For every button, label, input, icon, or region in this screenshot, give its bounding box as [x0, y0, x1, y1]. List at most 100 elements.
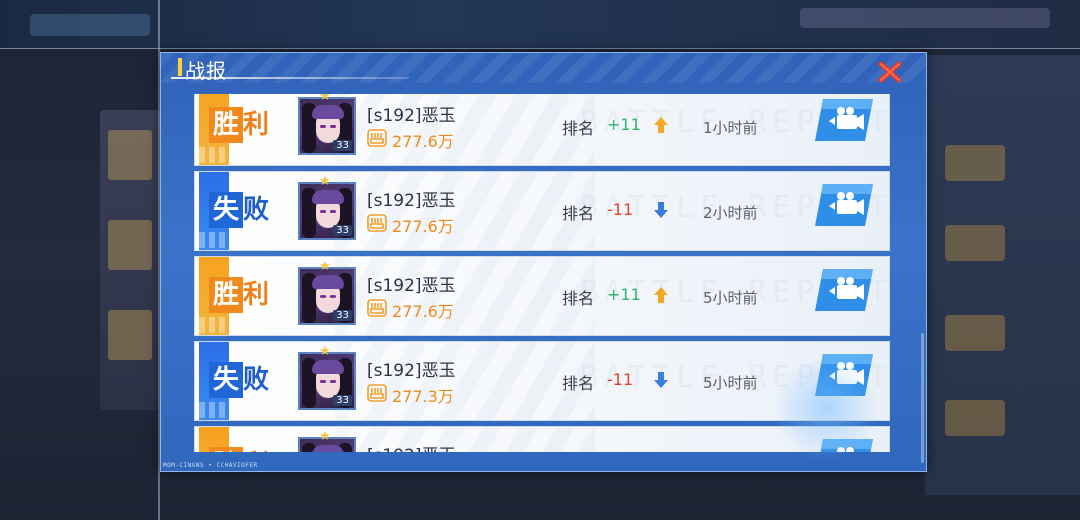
- power-value: 277.6万: [392, 132, 454, 151]
- result-badge: 胜 利: [195, 257, 283, 335]
- star-icon: ★: [319, 94, 331, 104]
- rank-label: 排名: [562, 374, 595, 393]
- battle-report-dialog: 战报 BATTLE REPORT 胜 利 33 ★ [s192]恶玉 277.6…: [160, 52, 927, 472]
- list-scrollbar[interactable]: [921, 333, 924, 463]
- title-accent-mark: [178, 58, 182, 76]
- background-tile: [108, 310, 152, 360]
- star-icon: ★: [319, 259, 331, 274]
- player-avatar[interactable]: 33: [298, 352, 356, 410]
- result-badge: 胜 利: [195, 94, 283, 165]
- video-camera-icon: [815, 354, 873, 396]
- avatar-level: 33: [333, 225, 352, 236]
- replay-button[interactable]: [815, 437, 875, 452]
- rank-change: -11: [607, 370, 634, 389]
- result-badge: 失 败: [195, 342, 283, 420]
- avatar-eye: [320, 210, 326, 213]
- player-name: [s192]恶玉: [367, 361, 456, 381]
- power-fist-icon: [367, 214, 387, 232]
- avatar-eye: [330, 295, 336, 298]
- result-char-2: 利: [243, 447, 269, 452]
- title-underline: [171, 77, 409, 79]
- avatar-level: 33: [333, 310, 352, 321]
- rank-change: +11: [607, 115, 641, 134]
- power-value: 277.6万: [392, 217, 454, 236]
- rank-label: 排名: [562, 289, 595, 308]
- battle-report-row[interactable]: 胜 利 33 ★ [s192]恶玉: [194, 426, 890, 452]
- replay-button[interactable]: [815, 182, 875, 228]
- arrow-up-icon: [653, 285, 669, 305]
- time-ago: 5小时前: [703, 374, 758, 392]
- guide-line: [0, 48, 1080, 49]
- avatar-eye: [320, 380, 326, 383]
- avatar-bangs: [312, 105, 344, 119]
- avatar-eye: [320, 295, 326, 298]
- avatar-eye: [330, 380, 336, 383]
- player-name: [s192]恶玉: [367, 441, 456, 452]
- video-camera-icon: [815, 184, 873, 226]
- battle-report-list[interactable]: BATTLE REPORT 胜 利 33 ★ [s192]恶玉 277.6万 排…: [194, 94, 890, 452]
- player-avatar[interactable]: 33: [298, 182, 356, 240]
- result-char-1: 失: [209, 192, 243, 228]
- background-right-panel: [925, 55, 1080, 495]
- background-tile: [108, 220, 152, 270]
- battle-report-row[interactable]: BATTLE REPORT 胜 利 33 ★ [s192]恶玉 277.6万 排…: [194, 256, 890, 336]
- avatar-level: 33: [333, 395, 352, 406]
- replay-button[interactable]: [815, 97, 875, 143]
- background-chip: [945, 315, 1005, 351]
- battle-report-row[interactable]: BATTLE REPORT 失 败 33 ★ [s192]恶玉 277.3万 排…: [194, 341, 890, 421]
- video-camera-icon: [815, 99, 873, 141]
- power-fist-icon: [367, 299, 387, 317]
- result-char-2: 败: [243, 365, 270, 395]
- player-name: [s192]恶玉: [367, 191, 456, 211]
- result-badge: 失 败: [195, 172, 283, 250]
- background-blurred-element: [800, 8, 1050, 28]
- background-chip: [945, 145, 1005, 181]
- rank-label: 排名: [562, 119, 595, 138]
- power-value: 277.3万: [392, 387, 454, 406]
- avatar-bangs: [312, 190, 344, 204]
- result-stripe-pattern: [199, 147, 229, 163]
- star-icon: ★: [319, 174, 331, 189]
- result-char-1: 失: [209, 362, 243, 398]
- close-button[interactable]: [875, 57, 905, 87]
- result-char-2: 败: [243, 195, 270, 225]
- time-ago: 5小时前: [703, 289, 758, 307]
- power-fist-icon: [367, 129, 387, 147]
- arrow-up-icon: [653, 115, 669, 135]
- result-stripe-pattern: [199, 317, 229, 333]
- avatar-bangs: [312, 445, 344, 452]
- rank-change: -11: [607, 200, 634, 219]
- replay-button[interactable]: [815, 352, 875, 398]
- player-avatar[interactable]: 33: [298, 267, 356, 325]
- player-name: [s192]恶玉: [367, 106, 456, 126]
- result-char-1: 胜: [209, 277, 243, 313]
- replay-button[interactable]: [815, 267, 875, 313]
- avatar-eye: [330, 210, 336, 213]
- player-avatar[interactable]: 33: [298, 97, 356, 155]
- result-stripe-pattern: [199, 232, 229, 248]
- row-background-pattern: [335, 257, 595, 335]
- video-camera-icon: [820, 439, 873, 452]
- background-top-bar: [0, 0, 1080, 49]
- arrow-down-icon: [653, 370, 669, 390]
- arrow-down-icon: [653, 200, 669, 220]
- time-ago: 2小时前: [703, 204, 758, 222]
- result-char-1: 胜: [209, 107, 243, 143]
- rank-change: +11: [607, 285, 641, 304]
- background-chip: [945, 400, 1005, 436]
- time-ago: 1小时前: [703, 119, 758, 137]
- result-char-1: 胜: [209, 447, 243, 452]
- star-icon: ★: [319, 344, 331, 359]
- battle-report-row[interactable]: BATTLE REPORT 胜 利 33 ★ [s192]恶玉 277.6万 排…: [194, 94, 890, 166]
- power-value: 277.6万: [392, 302, 454, 321]
- avatar-bangs: [312, 275, 344, 289]
- avatar-eye: [330, 125, 336, 128]
- background-blurred-element: [30, 14, 150, 36]
- battle-report-row[interactable]: BATTLE REPORT 失 败 33 ★ [s192]恶玉 277.6万 排…: [194, 171, 890, 251]
- result-char-2: 利: [243, 110, 270, 140]
- background-tile: [108, 130, 152, 180]
- power-fist-icon: [367, 384, 387, 402]
- footer-text: MOM-CINGNS • CCHAVIOFER: [163, 462, 258, 469]
- row-background-pattern: [335, 342, 595, 420]
- result-char-2: 利: [243, 280, 270, 310]
